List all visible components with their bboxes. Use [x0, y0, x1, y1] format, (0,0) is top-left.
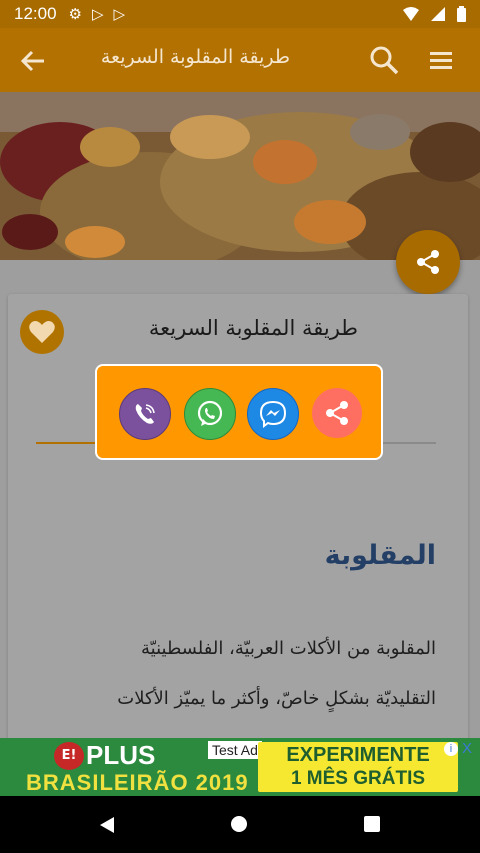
ad-cta-button[interactable]: EXPERIMENTE 1 MÊS GRÁTIS [258, 742, 458, 792]
paragraph-line: المقلوبة من الأكلات العربيّة، الفلسطينيّ… [141, 638, 436, 659]
article-card [8, 294, 468, 744]
ad-logo: E! [54, 742, 84, 770]
ad-brand-plus: PLUS [86, 740, 156, 770]
food-photo [0, 92, 480, 260]
search-icon[interactable] [368, 44, 400, 76]
play-icon: ▷ [113, 6, 126, 23]
divider-accent [36, 442, 98, 444]
settings-icon: ⚙ [68, 6, 82, 23]
share-fab[interactable] [396, 230, 460, 294]
messenger-icon [259, 400, 287, 428]
whatsapp-icon [197, 400, 223, 426]
recipe-hero-image [0, 92, 480, 260]
heart-icon [29, 321, 55, 343]
whatsapp-share-button[interactable] [184, 388, 236, 440]
generic-share-button[interactable] [312, 388, 362, 438]
ad-close-icon[interactable]: X [462, 740, 472, 757]
paragraph-line: التقليديّة بشكلٍ خاصّ، وأكثر ما يميّز ال… [117, 688, 436, 709]
share-icon [326, 401, 348, 425]
ad-banner[interactable]: E! PLUS Test Ad BRASILEIRÃO 2019 EXPERIM… [0, 738, 480, 796]
status-time: 12:00 [14, 4, 57, 23]
favorite-button[interactable] [20, 310, 64, 354]
nav-home-icon[interactable] [231, 816, 247, 832]
viber-share-button[interactable] [119, 388, 171, 440]
back-arrow-icon[interactable] [18, 46, 48, 76]
nav-recents-icon[interactable] [364, 816, 380, 832]
ad-cta-line1: EXPERIMENTE [286, 744, 430, 766]
play-store-icon: ▷ [92, 6, 104, 23]
article-title: طريقة المقلوبة السريعة [148, 316, 358, 340]
battery-icon [457, 6, 466, 22]
wifi-icon [403, 7, 419, 21]
status-bar: 12:00 ⚙ ▷ ▷ [0, 0, 480, 28]
app-bar: طريقة المقلوبة السريعة [0, 28, 480, 92]
nav-back-icon[interactable] [98, 816, 116, 834]
signal-icon [431, 7, 445, 21]
menu-icon[interactable] [428, 48, 454, 72]
test-ad-label: Test Ad [208, 741, 262, 759]
app-bar-title: طريقة المقلوبة السريعة [100, 46, 290, 68]
share-popup [95, 364, 383, 460]
share-icon [417, 250, 439, 274]
status-system-icons [403, 6, 466, 22]
section-heading: المقلوبة [324, 540, 436, 571]
ad-info-icon[interactable]: i [444, 742, 458, 756]
viber-icon [135, 404, 155, 424]
status-notification-icons: ⚙ ▷ ▷ [69, 5, 126, 23]
ad-subtitle: BRASILEIRÃO 2019 [26, 770, 249, 795]
messenger-share-button[interactable] [247, 388, 299, 440]
ad-cta-line2: 1 MÊS GRÁTIS [290, 768, 426, 789]
